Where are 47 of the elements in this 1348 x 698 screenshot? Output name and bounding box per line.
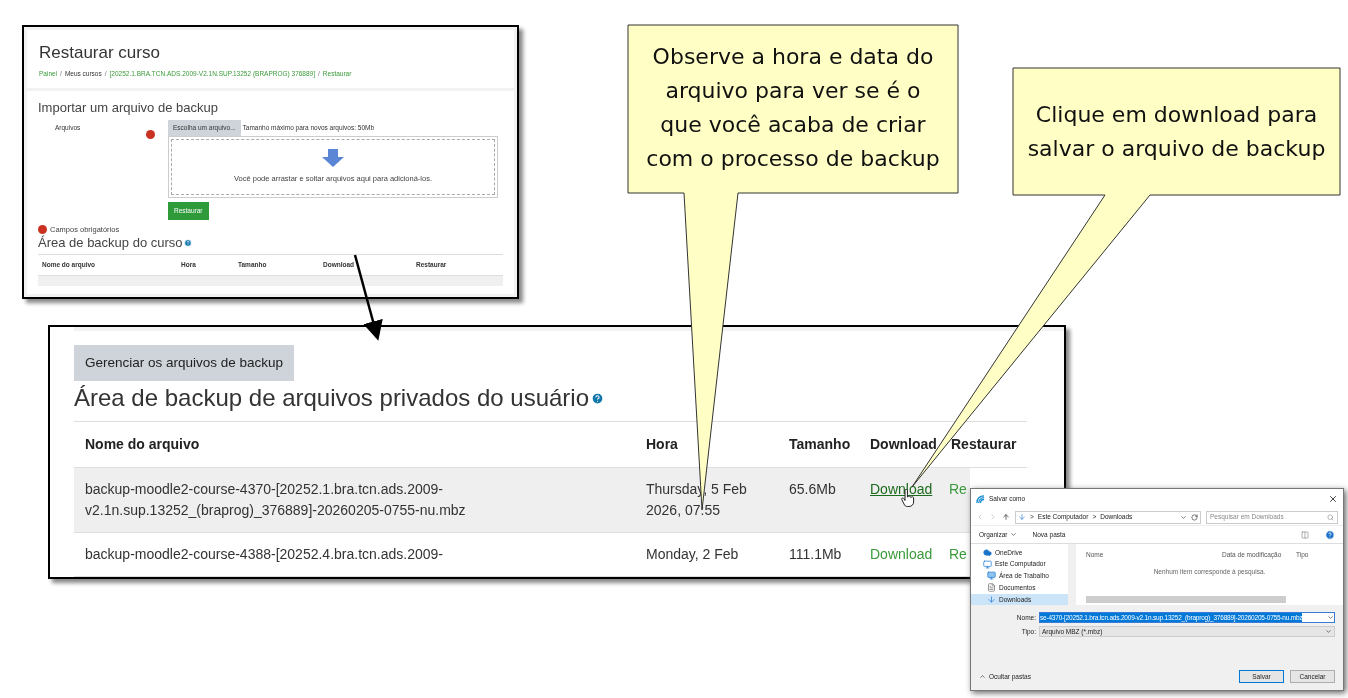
horizontal-scrollbar[interactable] [1086,596,1286,603]
download-icon [987,595,996,605]
section-heading: Área de backup de arquivos privados do usuário [74,383,589,413]
help-icon[interactable] [1325,529,1335,540]
file-name: backup-moodle2-course-4388-[20252.4.bra.tcn.ads.2009- [85,546,443,562]
column-header: Nome do arquivo [84,435,201,454]
download-link[interactable]: Download [870,546,933,562]
caret-icon [1009,531,1017,538]
down-arrow-icon [322,149,344,168]
up-icon[interactable] [1002,513,1010,521]
callout-text: arquivo para ver se é o [665,77,921,105]
required-icon [38,224,47,234]
callout-text: salvar o arquivo de backup [1027,135,1326,163]
page-title: Restaurar curso [39,44,161,61]
search-icon [1327,513,1334,521]
help-icon[interactable] [183,238,192,247]
file-size: 111.1Mb [789,546,842,562]
app-icon [976,494,985,504]
column-header: Hora [645,435,679,454]
callout-text: Observe a hora e data do [652,43,934,71]
file-name: backup-moodle2-course-4370-[20252.1.bra.tcn.ads.2009- v2.1n.sup.13252_(braprog)_376889]-20260205-0755-nu.mbz [85,481,466,518]
section-heading: Importar um arquivo de backup [38,101,219,114]
desktop-icon [987,571,996,581]
required-icon [146,130,155,139]
file-size: 65.6Mb [789,481,836,497]
download-icon [1018,513,1026,521]
file-time: Monday, 2 Feb [646,546,739,562]
refresh-icon[interactable] [1191,513,1198,521]
vertical-scrollbar[interactable] [1068,544,1076,605]
download-link[interactable]: Download [870,481,933,497]
callout-text: com o processo de backup [646,145,940,173]
callout-text: que você acaba de criar [660,111,926,139]
restore-link[interactable]: Re [949,546,967,562]
dropdown-icon[interactable] [1180,513,1187,521]
cloud-icon [983,547,992,557]
document-icon [987,583,996,593]
caret-icon [979,673,986,680]
callout-text: Clique em download para [1035,101,1318,129]
column-header: Tamanho [788,435,852,454]
column-header: Restaurar [950,435,1017,454]
monitor-icon [983,559,992,569]
help-icon[interactable] [591,391,604,405]
column-header: Download [869,435,938,454]
section-heading: Área de backup do curso [38,234,183,251]
view-icon[interactable] [1301,530,1309,539]
close-icon[interactable] [1328,494,1338,504]
manage-backups-button[interactable]: Gerenciar os arquivos de backup [74,344,295,381]
